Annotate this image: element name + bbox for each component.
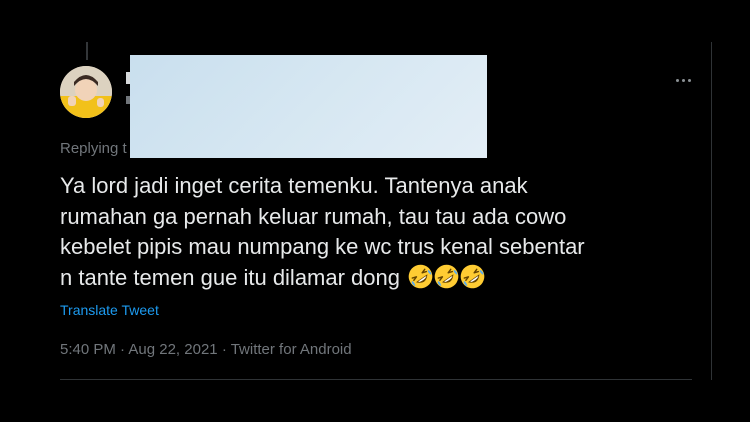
tweet-text-line: kebelet pipis mau numpang ke wc trus ken… xyxy=(60,234,585,259)
avatar[interactable] xyxy=(60,66,112,118)
tweet-text: Ya lord jadi inget cerita temenku. Tante… xyxy=(60,171,620,293)
more-horizontal-icon xyxy=(687,78,691,82)
rolling-on-floor-laughing-emoji-icon xyxy=(434,264,459,288)
divider xyxy=(60,379,692,380)
tweet-date[interactable]: Aug 22, 2021 xyxy=(128,341,217,358)
tweet-text-line: Ya lord jadi inget cerita temenku. Tante… xyxy=(60,173,528,198)
avatar-photo xyxy=(60,66,112,118)
meta-separator: · xyxy=(221,341,227,358)
meta-separator: · xyxy=(120,341,126,358)
tweet-text-line-last: n tante temen gue itu dilamar dong xyxy=(60,263,620,294)
more-options-button[interactable] xyxy=(668,70,698,90)
rolling-on-floor-laughing-emoji-icon xyxy=(408,264,433,288)
more-horizontal-icon xyxy=(681,78,685,82)
emoji-group xyxy=(408,264,485,289)
tweet-text-line: rumahan ga pernah keluar rumah, tau tau … xyxy=(60,203,567,229)
more-horizontal-icon xyxy=(675,78,679,82)
rolling-on-floor-laughing-emoji-icon xyxy=(460,264,485,288)
tweet-text-segment: n tante temen gue itu dilamar dong xyxy=(60,264,401,290)
tweet-source: Twitter for Android xyxy=(230,341,352,358)
replying-to-label: Replying t xyxy=(60,140,127,157)
column-border xyxy=(711,42,712,380)
tweet-time[interactable]: 5:40 PM xyxy=(60,341,116,358)
redaction-box xyxy=(130,55,487,158)
tweet-metadata: 5:40 PM · Aug 22, 2021 · Twitter for And… xyxy=(60,341,352,358)
translate-tweet-link[interactable]: Translate Tweet xyxy=(60,302,159,318)
thread-connector-line xyxy=(86,42,88,60)
